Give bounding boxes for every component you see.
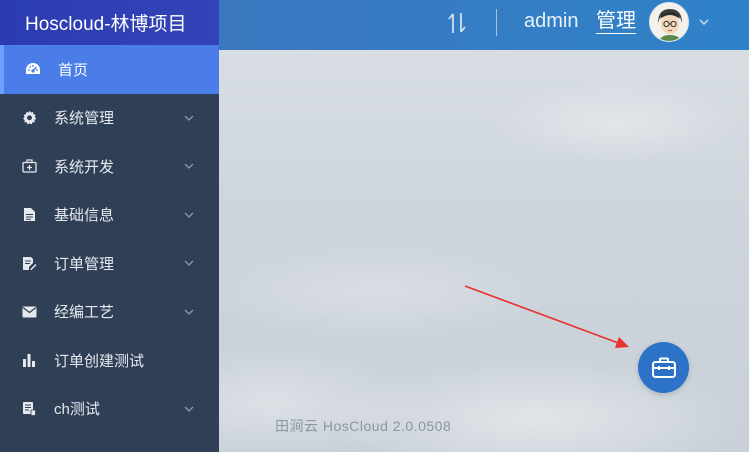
sidebar-item-label: 系统管理 <box>54 110 115 128</box>
chevron-down-icon <box>184 163 194 170</box>
footer-version: 田涧云 HosCloud 2.0.0508 <box>275 418 452 434</box>
medkit-icon <box>21 158 37 174</box>
manage-link[interactable]: 管理 <box>596 10 636 34</box>
chevron-down-icon <box>184 260 194 267</box>
swap-vertical-icon[interactable] <box>447 10 467 36</box>
header-divider <box>496 9 497 36</box>
toolbox-button[interactable] <box>638 342 689 393</box>
sidebar-item-label: 订单创建测试 <box>54 352 145 370</box>
sidebar-item-ch-test[interactable]: ch测试 <box>0 385 219 434</box>
device-icon <box>21 401 37 417</box>
top-header: admin 管理 <box>219 0 749 50</box>
bar-chart-icon <box>21 352 37 368</box>
gear-icon <box>21 110 37 126</box>
sidebar-item-label: 经编工艺 <box>54 304 115 322</box>
sidebar-item-label: 订单管理 <box>54 255 115 273</box>
sidebar-item-home[interactable]: 首页 <box>0 45 219 94</box>
briefcase-icon <box>651 357 676 378</box>
main-content: 田涧云 HosCloud 2.0.0508 <box>219 50 749 452</box>
envelope-icon <box>21 304 37 320</box>
chevron-down-icon[interactable] <box>698 16 710 28</box>
avatar[interactable] <box>649 2 689 42</box>
sidebar-item-order-management[interactable]: 订单管理 <box>0 239 219 288</box>
username[interactable]: admin <box>524 10 578 33</box>
sidebar-menu: 首页 系统管理 系统开发 基础信息 订单管理 经编工艺 订单创建测试 ch测试 <box>0 45 219 433</box>
sidebar: Hoscloud-林博项目 首页 系统管理 系统开发 基础信息 订单管理 经编工… <box>0 0 219 452</box>
sidebar-item-basic-info[interactable]: 基础信息 <box>0 191 219 240</box>
sidebar-item-label: ch测试 <box>54 401 100 419</box>
chevron-down-icon <box>184 406 194 412</box>
sidebar-item-warp-knitting[interactable]: 经编工艺 <box>0 288 219 337</box>
file-icon <box>21 207 37 223</box>
sidebar-item-label: 首页 <box>58 61 89 79</box>
chevron-down-icon <box>184 212 194 218</box>
app-title[interactable]: Hoscloud-林博项目 <box>0 0 219 45</box>
edit-file-icon <box>21 255 37 271</box>
chevron-down-icon <box>184 115 194 121</box>
sidebar-item-order-create-test[interactable]: 订单创建测试 <box>0 336 219 385</box>
sidebar-item-system-development[interactable]: 系统开发 <box>0 142 219 191</box>
sidebar-item-label: 基础信息 <box>54 207 115 225</box>
sidebar-item-label: 系统开发 <box>54 158 115 176</box>
dashboard-icon <box>25 61 41 77</box>
chevron-down-icon <box>184 309 194 315</box>
sidebar-item-system-management[interactable]: 系统管理 <box>0 94 219 143</box>
